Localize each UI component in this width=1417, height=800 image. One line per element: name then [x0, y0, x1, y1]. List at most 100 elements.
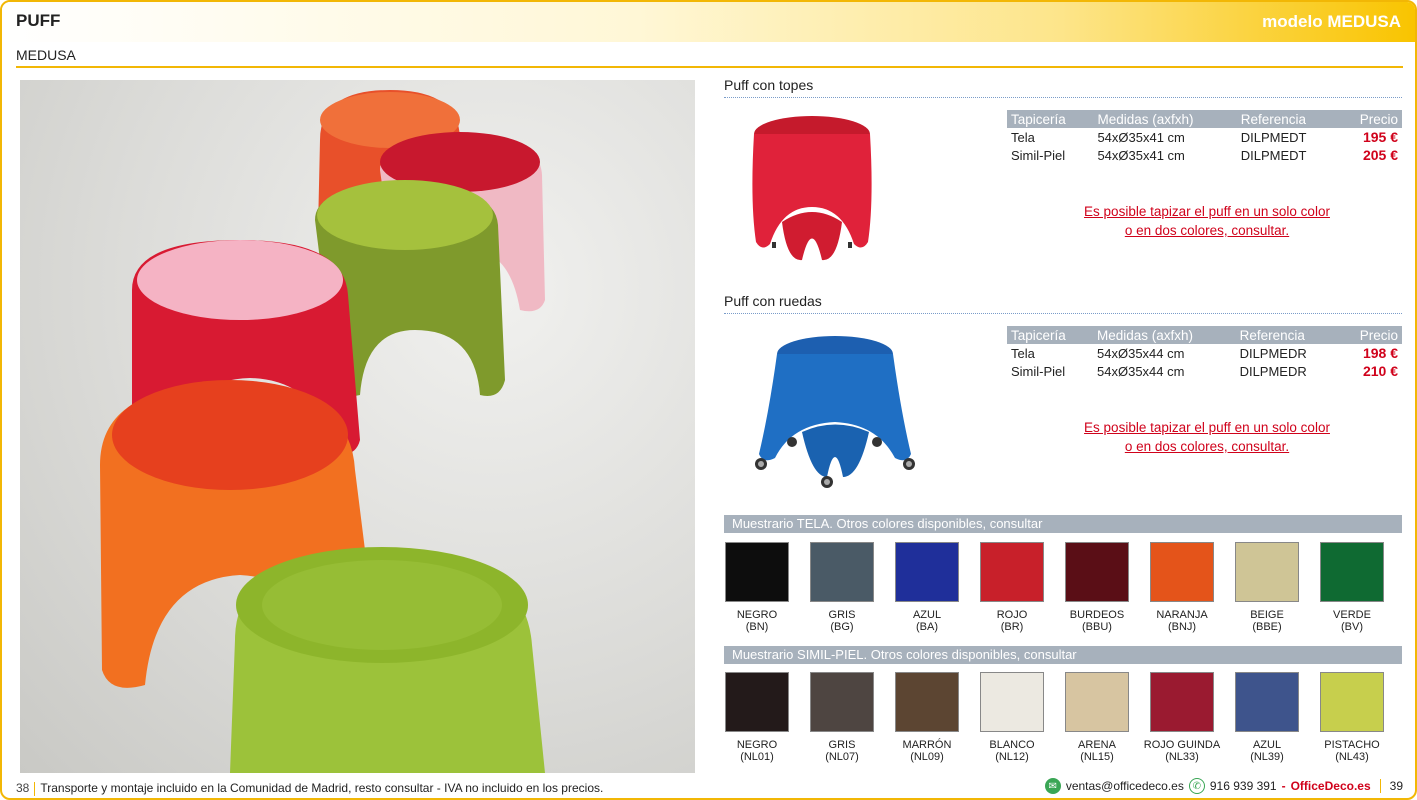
cell-precio: 195 € [1362, 129, 1398, 145]
cell-medidas: 54xØ35x44 cm [1097, 345, 1185, 361]
swatch-code: (NL15) [1080, 751, 1114, 763]
swatch-code: (BNJ) [1167, 621, 1197, 633]
swatch-code: (NL39) [1250, 751, 1284, 763]
puff-topes-image [752, 116, 872, 261]
swatch-chip [1150, 672, 1214, 732]
swatch-item: AZUL (NL39) [1228, 672, 1306, 763]
cell-precio: 198 € [1362, 345, 1398, 361]
swatch-name: NEGRO [736, 739, 778, 751]
swatch-code: (NL07) [825, 751, 859, 763]
swatch-item: AZUL (BA) [888, 542, 966, 633]
cell-referencia: DILPMEDT [1240, 147, 1307, 163]
footer-brand[interactable]: OfficeDeco.es [1291, 779, 1371, 793]
swatch-chip [1065, 672, 1129, 732]
swatch-name: PISTACHO [1324, 739, 1380, 751]
note-ruedas: Es posible tapizar el puff en un solo co… [1042, 418, 1372, 456]
table-row: Simil-Piel 54xØ35x44 cm DILPMEDR 210 € [1007, 362, 1402, 380]
cell-tapiceria: Simil-Piel [1011, 147, 1066, 163]
swatch-bar-simil: Muestrario SIMIL-PIEL. Otros colores dis… [724, 646, 1402, 664]
footer-email[interactable]: ventas@officedeco.es [1066, 779, 1184, 793]
phone-icon: ✆ [1188, 778, 1205, 794]
page-title: PUFF [16, 11, 61, 30]
cell-referencia: DILPMEDR [1239, 345, 1307, 361]
col-referencia: Referencia [1236, 110, 1339, 128]
swatch-code: (NL01) [740, 751, 774, 763]
table-row: Tela 54xØ35x44 cm DILPMEDR 198 € [1007, 344, 1402, 362]
swatch-code: (BN) [745, 621, 769, 633]
swatch-item: NEGRO (NL01) [718, 672, 796, 763]
swatch-chip [1235, 542, 1299, 602]
table-header-row: Tapicería Medidas (axfxh) Referencia Pre… [1007, 110, 1402, 128]
table-row: Tela 54xØ35x41 cm DILPMEDT 195 € [1007, 128, 1402, 146]
swatch-item: NEGRO (BN) [718, 542, 796, 633]
swatch-chip [980, 542, 1044, 602]
col-medidas: Medidas (axfxh) [1093, 326, 1236, 344]
swatch-item: GRIS (NL07) [803, 672, 881, 763]
page-frame: PUFF modelo MEDUSA MEDUSA Puff con topes… [0, 0, 1417, 800]
section-divider [724, 97, 1402, 98]
footer-left: 38 Transporte y montaje incluido en la Co… [16, 781, 603, 796]
footer-text: Transporte y montaje incluido en la Comu… [40, 781, 604, 795]
swatch-item: NARANJA (BNJ) [1143, 542, 1221, 633]
spec-table-topes: Tapicería Medidas (axfxh) Referencia Pre… [1007, 110, 1402, 164]
swatch-item: PISTACHO (NL43) [1313, 672, 1391, 763]
swatch-code: (BV) [1341, 621, 1363, 633]
note-line: Es posible tapizar el puff en un solo co… [1084, 204, 1330, 219]
footer-phone[interactable]: 916 939 391 [1210, 779, 1277, 793]
col-medidas: Medidas (axfxh) [1093, 110, 1237, 128]
swatch-name: AZUL [1252, 739, 1282, 751]
email-icon: ✉ [1044, 778, 1061, 794]
swatch-item: ROJO (BR) [973, 542, 1051, 633]
swatch-code: (NL33) [1165, 751, 1199, 763]
swatch-name: BLANCO [989, 739, 1035, 751]
swatch-name: MARRÓN [902, 739, 952, 751]
swatch-item: ARENA (NL15) [1058, 672, 1136, 763]
footer-right: ✉ ventas@officedeco.es ✆ 916 939 391 - O… [1044, 778, 1403, 794]
cell-referencia: DILPMEDR [1239, 363, 1307, 379]
spec-table-ruedas: Tapicería Medidas (axfxh) Referencia Pre… [1007, 326, 1402, 380]
subtitle-divider [16, 66, 1403, 68]
cell-medidas: 54xØ35x44 cm [1097, 363, 1185, 379]
swatch-name: NARANJA [1156, 609, 1208, 621]
note-line: o en dos colores, consultar. [1124, 439, 1290, 454]
swatch-code: (NL09) [910, 751, 944, 763]
swatch-chip [810, 542, 874, 602]
section-divider [724, 313, 1402, 314]
swatch-name: GRIS [828, 609, 856, 621]
swatch-name: NEGRO [736, 609, 778, 621]
swatch-name: GRIS [828, 739, 856, 751]
swatch-name: BURDEOS [1069, 609, 1125, 621]
section-title-ruedas: Puff con ruedas [724, 293, 822, 309]
swatch-code: (BBE) [1252, 621, 1282, 633]
cell-precio: 210 € [1362, 363, 1398, 379]
swatch-code: (BR) [1000, 621, 1024, 633]
cell-precio: 205 € [1362, 147, 1398, 163]
col-tapiceria: Tapicería [1007, 110, 1094, 128]
model-title: modelo MEDUSA [1262, 12, 1401, 31]
swatch-chip [1320, 672, 1384, 732]
swatch-name: ROJO [996, 609, 1028, 621]
note-line: o en dos colores, consultar. [1124, 223, 1290, 238]
swatch-bar-tela: Muestrario TELA. Otros colores disponibl… [724, 515, 1402, 533]
swatch-code: (BG) [830, 621, 854, 633]
footer-dash: - [1281, 779, 1286, 793]
swatch-item: ROJO GUINDA (NL33) [1143, 672, 1221, 763]
header-bar: PUFF modelo MEDUSA [2, 2, 1415, 42]
swatch-name: AZUL [912, 609, 942, 621]
product-photo [20, 80, 695, 773]
swatch-item: BURDEOS (BBU) [1058, 542, 1136, 633]
swatch-item: BLANCO (NL12) [973, 672, 1051, 763]
swatch-chip [895, 672, 959, 732]
cell-referencia: DILPMEDT [1240, 129, 1307, 145]
swatch-item: BEIGE (BBE) [1228, 542, 1306, 633]
cell-tapiceria: Simil-Piel [1011, 363, 1066, 379]
swatch-name: VERDE [1333, 609, 1371, 621]
page-number-right: 39 [1389, 779, 1403, 793]
note-topes: Es posible tapizar el puff en un solo co… [1042, 202, 1372, 240]
swatch-chip [980, 672, 1044, 732]
cell-medidas: 54xØ35x41 cm [1097, 129, 1185, 145]
swatch-chip [1065, 542, 1129, 602]
swatch-chip [725, 672, 789, 732]
note-line: Es posible tapizar el puff en un solo co… [1084, 420, 1330, 435]
col-precio: Precio [1338, 326, 1402, 344]
